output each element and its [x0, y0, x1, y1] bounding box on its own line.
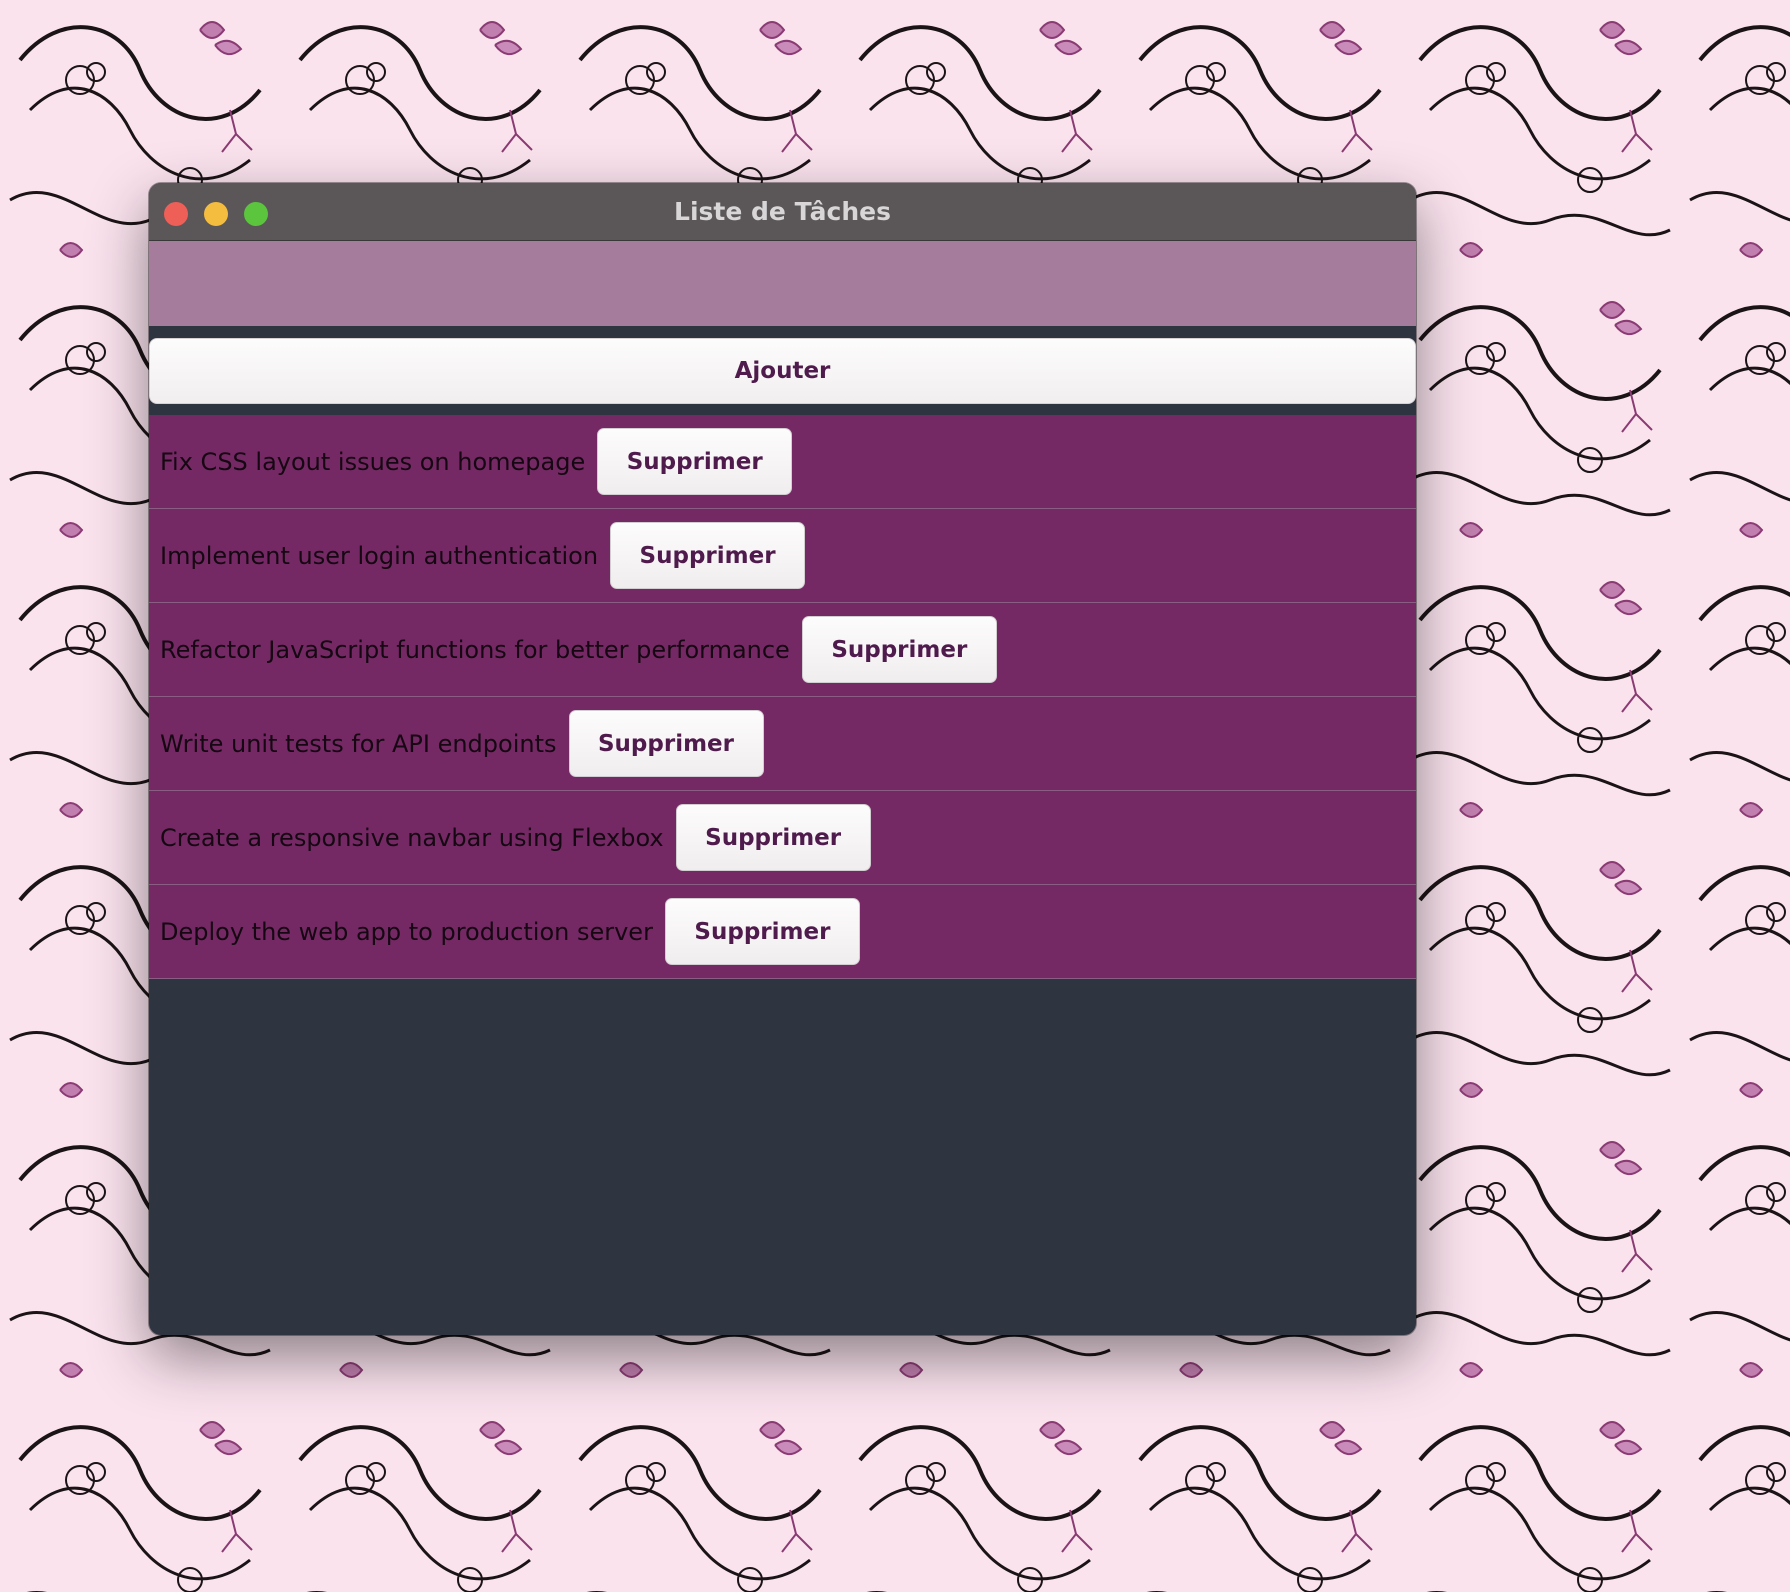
- window-title: Liste de Tâches: [674, 197, 891, 226]
- add-task-button[interactable]: Ajouter: [149, 338, 1416, 404]
- delete-task-button[interactable]: Supprimer: [568, 710, 764, 777]
- task-item: Fix CSS layout issues on homepage Suppri…: [149, 415, 1416, 509]
- task-item: Create a responsive navbar using Flexbox…: [149, 791, 1416, 885]
- task-text: Write unit tests for API endpoints: [160, 729, 557, 758]
- app-window: Liste de Tâches Ajouter Fix CSS layout i…: [149, 183, 1416, 1335]
- task-text: Create a responsive navbar using Flexbox: [160, 823, 664, 852]
- delete-task-button[interactable]: Supprimer: [664, 898, 860, 965]
- window-titlebar[interactable]: Liste de Tâches: [149, 183, 1416, 241]
- delete-task-button[interactable]: Supprimer: [610, 522, 806, 589]
- delete-task-button[interactable]: Supprimer: [801, 616, 997, 683]
- task-text: Fix CSS layout issues on homepage: [160, 447, 586, 476]
- task-text: Deploy the web app to production server: [160, 917, 653, 946]
- task-input[interactable]: [149, 241, 1416, 326]
- task-item: Deploy the web app to production server …: [149, 885, 1416, 979]
- task-list: Fix CSS layout issues on homepage Suppri…: [149, 415, 1416, 979]
- task-item: Implement user login authentication Supp…: [149, 509, 1416, 603]
- task-text: Implement user login authentication: [160, 541, 599, 570]
- task-item: Write unit tests for API endpoints Suppr…: [149, 697, 1416, 791]
- delete-task-button[interactable]: Supprimer: [675, 804, 871, 871]
- task-item: Refactor JavaScript functions for better…: [149, 603, 1416, 697]
- delete-task-button[interactable]: Supprimer: [597, 428, 793, 495]
- task-text: Refactor JavaScript functions for better…: [160, 635, 790, 664]
